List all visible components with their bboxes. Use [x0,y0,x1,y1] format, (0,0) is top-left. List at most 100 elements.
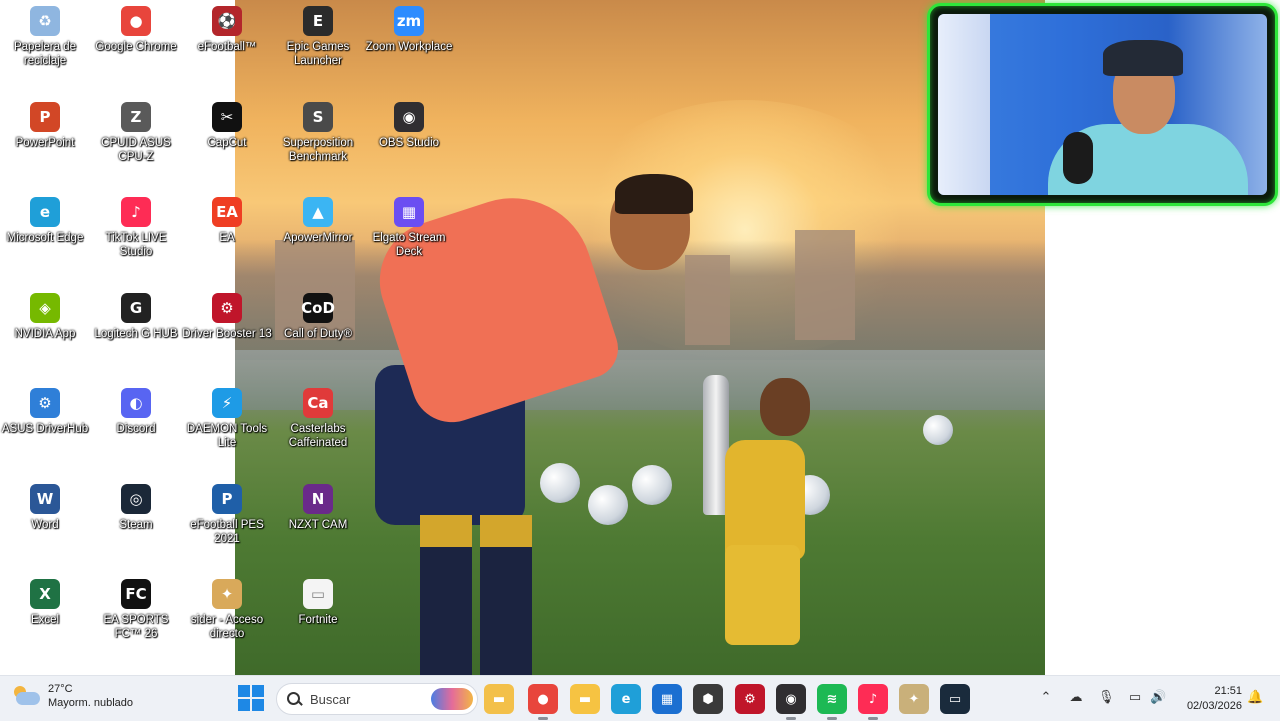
volume-icon[interactable]: 🔊 [1150,690,1166,706]
onedrive-cloud-icon[interactable]: ☁ [1068,690,1084,706]
discord-icon: ◐ [121,388,151,418]
fortnite-icon: ▭ [303,579,333,609]
desktop-icon-label: EA [219,232,235,244]
desktop-icon-ea-sports-fc-26[interactable]: FC EA SPORTS FC™ 26 [91,579,181,641]
obs-taskbar[interactable]: ◉ [776,684,806,720]
desktop-icon-word[interactable]: W Word [0,484,90,532]
clock-date: 02/03/2026 [1186,700,1242,712]
desktop-icon-google-chrome[interactable]: ● Google Chrome [91,6,181,54]
wallpaper-player-hair [615,174,693,214]
desktop-icon-microsoft-edge[interactable]: e Microsoft Edge [0,197,90,245]
file-explorer-icon: ▬ [492,691,506,707]
desktop-icon-label: Casterlabs Caffeinated [288,423,348,449]
desktop-icon-steam[interactable]: ◎ Steam [91,484,181,532]
desktop-icon-label: Papelera de reciclaje [13,41,77,67]
ea-sports-fc-26-icon: FC [121,579,151,609]
casterlabs-caffeinated-icon: Ca [303,388,333,418]
desktop-icon-nzxt-cam[interactable]: N NZXT CAM [273,484,363,532]
driver-booster-13-icon: ⚙ [212,293,242,323]
network-icon[interactable]: ▭ [1127,690,1143,706]
wallpaper-ball [632,465,672,505]
wallpaper-ball [923,415,953,445]
asus-driverhub-icon: ⚙ [30,388,60,418]
app-cube-taskbar[interactable]: ⬢ [693,684,723,714]
google-chrome-icon: ● [121,6,151,36]
start-button[interactable] [238,685,264,711]
taskbar: 27°C Mayorm. nublado Buscar ▬ ● ▬ e ▦ ⬢ ⚙ ◉ ≋ ♪ ✦ ▭… [0,675,1280,721]
partly-cloudy-icon [14,686,40,706]
desktop-icon-nvidia-app[interactable]: ◈ NVIDIA App [0,293,90,341]
desktop-icon-logitech-g-hub[interactable]: G Logitech G HUB [91,293,181,341]
desktop-icon-tiktok-live-studio[interactable]: ♪ TikTok LIVE Studio [91,197,181,259]
folder-taskbar[interactable]: ▬ [570,684,600,714]
word-icon: W [30,484,60,514]
desktop-icon-label: OBS Studio [378,137,440,149]
file-explorer-taskbar[interactable]: ▬ [484,684,514,714]
desktop-icon-label: CapCut [207,137,247,149]
desktop-icon-label: Logitech G HUB [94,328,178,340]
desktop-icon-efootball-pes-2021[interactable]: PeFootball PES 2021 [182,484,272,546]
desktop-icon-asus-driverhub[interactable]: ⚙ ASUS DriverHub [0,388,90,436]
wallpaper-building [685,255,730,345]
webcam-background-door [938,14,990,195]
microphone-icon[interactable]: 🎙 [1098,690,1115,706]
spotify-taskbar[interactable]: ≋ [817,684,847,720]
microphone [1063,132,1093,184]
desktop-icon-label: Word [31,519,59,531]
driver-booster-taskbar[interactable]: ⚙ [735,684,765,714]
wallpaper-player-leg [420,515,472,675]
wallpaper-child-shorts [725,545,800,645]
desktop-icon-superposition-benchmark[interactable]: S Superposition Benchmark [273,102,363,164]
desktop-icon-label: Google Chrome [95,41,177,53]
desktop-icon-ea[interactable]: EA EA [182,197,272,245]
desktop-icon-efootball[interactable]: ⚽ eFootball™ [182,6,272,54]
desktop-icon-elgato-stream-deck[interactable]: ▦ Elgato Stream Deck [364,197,454,259]
ea-icon: EA [212,197,242,227]
desktop-icon-label: eFootball™ [197,41,257,53]
taskbar-search-box[interactable]: Buscar [276,683,478,715]
apowermirror-icon: ▲ [303,197,333,227]
edge-taskbar[interactable]: e [611,684,641,714]
weather-widget[interactable]: 27°C Mayorm. nublado [14,682,133,710]
notifications-icon[interactable]: 🔔 [1247,690,1263,706]
webcam-person-cap [1103,40,1183,76]
stream-app-taskbar[interactable]: ▭ [940,684,970,714]
driver-booster-icon: ⚙ [744,691,756,707]
desktop-icon-sider-acceso-directo[interactable]: ✦ sider - Acceso directo [182,579,272,641]
desktop-icon-label: Steam [119,519,153,531]
weather-description: Mayorm. nublado [48,697,133,709]
desktop-icon-label: NZXT CAM [288,519,348,531]
desktop-icon-fortnite[interactable]: ▭ Fortnite [273,579,363,627]
desktop-icon-papelera-de-reciclaje[interactable]: ♻ Papelera de reciclaje [0,6,90,68]
search-placeholder: Buscar [310,691,351,707]
desktop-icon-discord[interactable]: ◐ Discord [91,388,181,436]
tools-taskbar[interactable]: ✦ [899,684,929,714]
desktop-icon-call-of-duty[interactable]: CoD Call of Duty® [273,293,363,341]
desktop-icon-excel[interactable]: X Excel [0,579,90,627]
chrome-taskbar[interactable]: ● [528,684,558,720]
wallpaper-ball [540,463,580,503]
tiktok-taskbar[interactable]: ♪ [858,684,888,720]
obs-studio-icon: ◉ [394,102,424,132]
desktop-icon-epic-games-launcher[interactable]: E Epic Games Launcher [273,6,363,68]
obs-icon: ◉ [785,691,797,707]
desktop-icon-driver-booster-13[interactable]: ⚙ Driver Booster 13 [182,293,272,341]
desktop-icon-powerpoint[interactable]: P PowerPoint [0,102,90,150]
desktop-icon-cpuid-asus-cpu-z[interactable]: Z CPUID ASUS CPU-Z [91,102,181,164]
windows-logo-icon [238,685,250,697]
store-taskbar[interactable]: ▦ [652,684,682,714]
wallpaper-ball [588,485,628,525]
desktop-icon-obs-studio[interactable]: ◉ OBS Studio [364,102,454,150]
desktop-icon-casterlabs-caffeinated[interactable]: Ca Casterlabs Caffeinated [273,388,363,450]
stream-app-icon: ▭ [948,691,962,707]
desktop-icon-capcut[interactable]: ✂ CapCut [182,102,272,150]
capcut-icon: ✂ [212,102,242,132]
desktop-icon-label: Superposition Benchmark [282,137,354,163]
desktop-icon-label: Epic Games Launcher [286,41,350,67]
desktop-icon-zoom-workplace[interactable]: zm Zoom Workplace [364,6,454,54]
chevron-up-icon[interactable]: ⌃ [1038,690,1054,706]
desktop-icon-daemon-tools-lite[interactable]: ⚡ DAEMON Tools Lite [182,388,272,450]
desktop-icon-apowermirror[interactable]: ▲ ApowerMirror [273,197,363,245]
system-clock[interactable]: 21:51 02/03/2026 [1176,684,1242,714]
daemon-tools-lite-icon: ⚡ [212,388,242,418]
